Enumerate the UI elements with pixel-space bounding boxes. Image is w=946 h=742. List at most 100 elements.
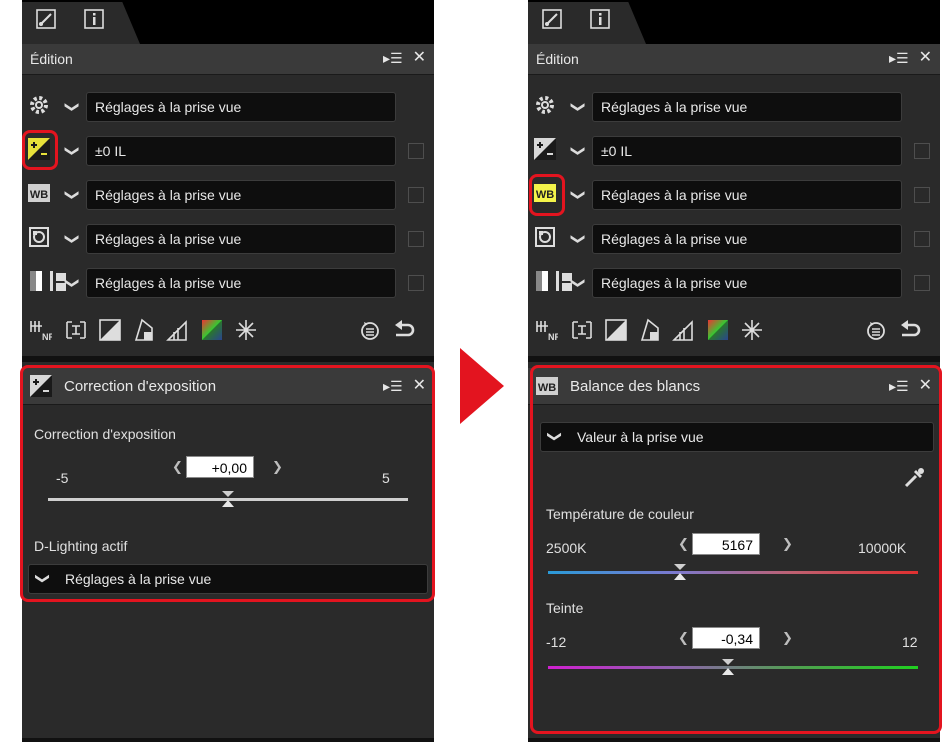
- white-balance-dropdown[interactable]: ❯ Réglages à la prise vue: [66, 180, 396, 210]
- tone-dropdown[interactable]: ❯ Réglages à la prise vue: [66, 268, 396, 298]
- panel-menu-icon[interactable]: ▸☰: [383, 50, 403, 67]
- general-dropdown[interactable]: ❯ Réglages à la prise vue: [66, 92, 396, 122]
- edit-row-picture-control: ❯ Réglages à la prise vue: [22, 222, 434, 258]
- levels-curves-icon[interactable]: [604, 318, 628, 342]
- highlight-exposure-icon: [22, 130, 58, 170]
- gear-icon[interactable]: [533, 93, 557, 117]
- exposure-dropdown[interactable]: ❯ ±0 IL: [572, 136, 902, 166]
- straighten-icon[interactable]: [64, 318, 88, 342]
- edit-row-picture-control: ❯ Réglages à la prise vue: [528, 222, 940, 258]
- separator: [22, 356, 434, 362]
- chevron-down-icon[interactable]: ❯: [59, 269, 87, 297]
- edit-tab-icon[interactable]: [542, 9, 562, 29]
- color-booster-icon[interactable]: [706, 318, 730, 342]
- dropdown-value: Réglages à la prise vue: [601, 99, 748, 115]
- exposure-checkbox[interactable]: [408, 143, 424, 159]
- chevron-down-icon[interactable]: ❯: [59, 137, 87, 165]
- straighten-icon[interactable]: [570, 318, 594, 342]
- tone-checkbox[interactable]: [408, 275, 424, 291]
- chevron-down-icon[interactable]: ❯: [565, 269, 593, 297]
- picture-control-dropdown[interactable]: ❯ Réglages à la prise vue: [66, 224, 396, 254]
- edit-row-tone: ❯ Réglages à la prise vue: [22, 266, 434, 302]
- white-balance-checkbox[interactable]: [914, 187, 930, 203]
- noise-reduction-icon[interactable]: NR: [28, 318, 52, 342]
- exposure-checkbox[interactable]: [914, 143, 930, 159]
- tone-checkbox[interactable]: [914, 275, 930, 291]
- picture-control-checkbox[interactable]: [914, 231, 930, 247]
- general-dropdown[interactable]: ❯ Réglages à la prise vue: [572, 92, 902, 122]
- gear-icon[interactable]: [27, 93, 51, 117]
- exposure-compensation-icon[interactable]: [533, 137, 557, 161]
- close-icon[interactable]: ✕: [413, 50, 426, 67]
- tool-row: NR: [528, 310, 940, 350]
- picture-control-dropdown[interactable]: ❯ Réglages à la prise vue: [572, 224, 902, 254]
- retouch-brush-icon[interactable]: [234, 318, 258, 342]
- dropdown-value: ±0 IL: [95, 143, 127, 159]
- info-tab-icon[interactable]: [84, 9, 104, 29]
- svg-text:NR: NR: [548, 332, 558, 342]
- levels-curves-icon[interactable]: [98, 318, 122, 342]
- edit-panel-title: Édition: [30, 51, 73, 67]
- chevron-down-icon[interactable]: ❯: [59, 93, 87, 121]
- bottom-bar: [22, 738, 434, 742]
- highlight-white-balance-panel: [530, 365, 942, 734]
- tab-bar: [22, 0, 434, 44]
- chevron-down-icon[interactable]: ❯: [565, 93, 593, 121]
- dropdown-value: Réglages à la prise vue: [601, 275, 748, 291]
- perspective-icon[interactable]: [638, 318, 662, 342]
- color-booster-icon[interactable]: [200, 318, 224, 342]
- edit-row-exposure: ❯ ±0 IL: [528, 134, 940, 170]
- svg-text:NR: NR: [42, 332, 52, 342]
- dropdown-value: Réglages à la prise vue: [95, 99, 242, 115]
- info-tab-icon[interactable]: [590, 9, 610, 29]
- edit-row-white-balance: WB ❯ Réglages à la prise vue: [22, 178, 434, 214]
- history-icon[interactable]: [864, 318, 888, 342]
- panel-menu-icon[interactable]: ▸☰: [889, 50, 909, 67]
- edit-row-exposure: ❯ ±0 IL: [22, 134, 434, 170]
- svg-text:WB: WB: [30, 189, 48, 201]
- perspective-icon[interactable]: [132, 318, 156, 342]
- chevron-down-icon[interactable]: ❯: [565, 137, 593, 165]
- edit-tab-icon[interactable]: [36, 9, 56, 29]
- bottom-bar: [528, 738, 940, 742]
- chevron-down-icon[interactable]: ❯: [59, 181, 87, 209]
- white-balance-icon[interactable]: WB: [27, 181, 51, 205]
- exposure-dropdown[interactable]: ❯ ±0 IL: [66, 136, 396, 166]
- tab-bar: [528, 0, 940, 44]
- retouch-brush-icon[interactable]: [740, 318, 764, 342]
- edit-row-general: ❯ Réglages à la prise vue: [22, 90, 434, 126]
- chevron-down-icon[interactable]: ❯: [565, 181, 593, 209]
- chevron-down-icon[interactable]: ❯: [59, 225, 87, 253]
- dropdown-value: Réglages à la prise vue: [95, 231, 242, 247]
- separator: [528, 356, 940, 362]
- picture-control-icon[interactable]: [533, 225, 557, 249]
- white-balance-checkbox[interactable]: [408, 187, 424, 203]
- tool-row: NR: [22, 310, 434, 350]
- edit-row-tone: ❯ Réglages à la prise vue: [528, 266, 940, 302]
- picture-control-checkbox[interactable]: [408, 231, 424, 247]
- white-balance-dropdown[interactable]: ❯ Réglages à la prise vue: [572, 180, 902, 210]
- edit-panel-header: Édition ▸☰ ✕: [22, 44, 434, 75]
- highlight-exposure-panel: [20, 365, 435, 602]
- noise-reduction-icon[interactable]: NR: [534, 318, 558, 342]
- transition-arrow-icon: [460, 348, 504, 424]
- highlight-white-balance-icon: [529, 174, 565, 216]
- picture-control-icon[interactable]: [27, 225, 51, 249]
- close-icon[interactable]: ✕: [919, 50, 932, 67]
- dropdown-value: Réglages à la prise vue: [601, 187, 748, 203]
- chevron-down-icon[interactable]: ❯: [565, 225, 593, 253]
- edit-panel-title: Édition: [536, 51, 579, 67]
- dropdown-value: Réglages à la prise vue: [95, 275, 242, 291]
- history-icon[interactable]: [358, 318, 382, 342]
- tone-dropdown[interactable]: ❯ Réglages à la prise vue: [572, 268, 902, 298]
- header-buttons: ▸☰ ✕: [383, 50, 426, 67]
- dropdown-value: ±0 IL: [601, 143, 633, 159]
- undo-icon[interactable]: [392, 318, 416, 342]
- crop-icon[interactable]: [672, 318, 696, 342]
- undo-icon[interactable]: [898, 318, 922, 342]
- dropdown-value: Réglages à la prise vue: [95, 187, 242, 203]
- header-buttons: ▸☰ ✕: [889, 50, 932, 67]
- edit-row-general: ❯ Réglages à la prise vue: [528, 90, 940, 126]
- crop-icon[interactable]: [166, 318, 190, 342]
- dropdown-value: Réglages à la prise vue: [601, 231, 748, 247]
